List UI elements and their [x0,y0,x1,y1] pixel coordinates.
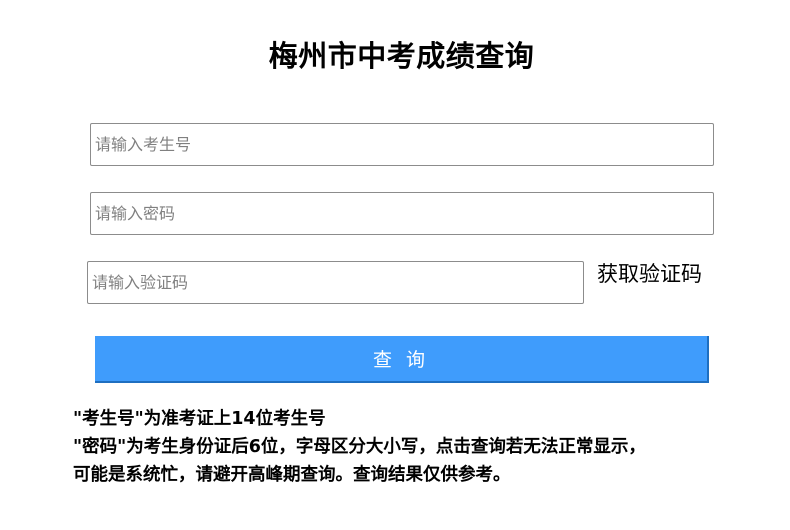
notes: "考生号"为准考证上14位考生号 "密码"为考生身份证后6位，字母区分大小写，点… [73,405,773,489]
note-line-password: "密码"为考生身份证后6位，字母区分大小写，点击查询若无法正常显示， [73,437,646,457]
query-button[interactable]: 查 询 [95,336,709,383]
page-title: 梅州市中考成绩查询 [268,39,535,73]
captcha-input[interactable] [87,261,584,304]
note-line-exam-number: "考生号"为准考证上14位考生号 [73,409,326,429]
exam-number-input[interactable] [90,123,714,166]
note-line-system-busy: 可能是系统忙，请避开高峰期查询。查询结果仅供参考。 [73,465,511,485]
password-input[interactable] [90,192,714,235]
get-captcha-button[interactable]: 获取验证码 [597,258,702,290]
